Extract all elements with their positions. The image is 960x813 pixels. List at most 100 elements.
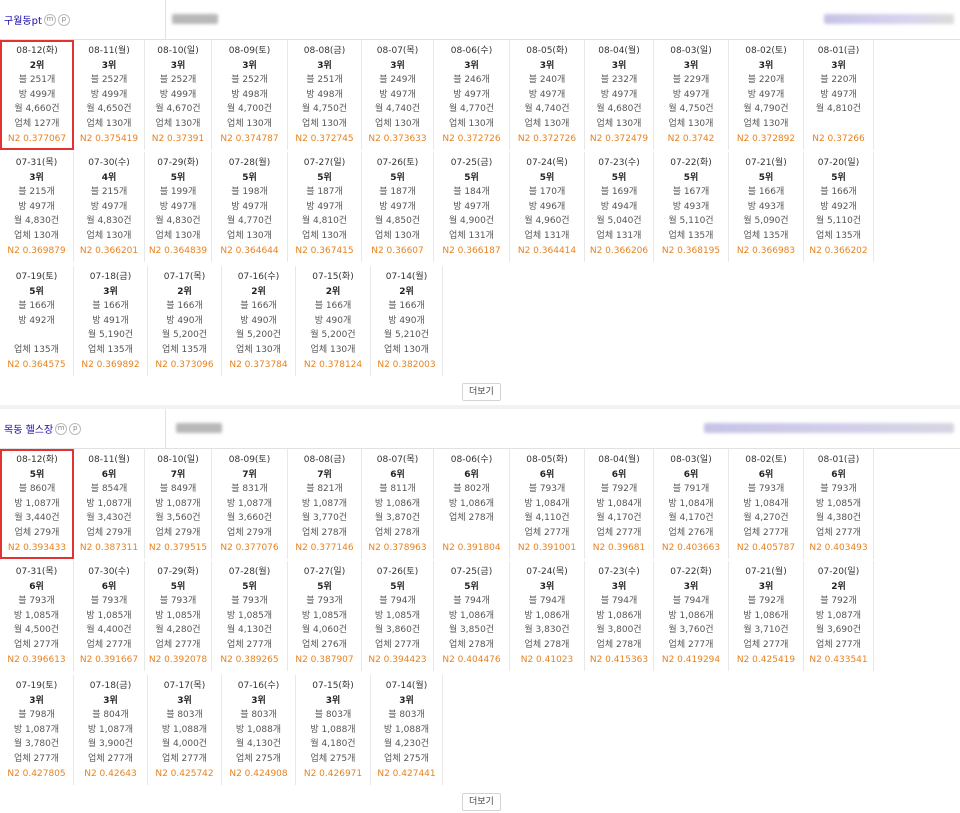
day-cell: 08-09(토) 7위 블 831개 방 1,087개 월 3,660건 업체 279개 N…: [212, 449, 288, 559]
blog-count: 블 187개: [379, 187, 416, 198]
day-cell: 08-03(일) 6위 블 791개 방 1,084개 월 4,170건 업체 276개 N…: [654, 449, 729, 559]
room-count: 방 1,086개: [448, 610, 495, 621]
day-cell: 07-27(일) 5위 블 793개 방 1,085개 월 4,060건 업체 276개 N…: [288, 561, 362, 671]
day-rank: 6위: [101, 469, 117, 480]
day-date: 07-15(화): [312, 681, 354, 691]
day-rank: 3위: [399, 695, 414, 706]
blog-count: 블 792개: [747, 596, 785, 607]
business-count: 업체 130개: [302, 230, 347, 241]
keyword-link[interactable]: 구월동pt: [4, 12, 42, 27]
blurred-place-name: [172, 14, 218, 24]
day-cell: 07-28(월) 5위 블 198개 방 497개 월 4,770건 업체 130개 N2 …: [212, 152, 288, 262]
blog-count: 블 169개: [600, 187, 638, 198]
room-count: 방 1,084개: [596, 498, 642, 509]
business-count: 업체 277개: [14, 753, 59, 764]
monthly-search: 월 4,830건: [13, 216, 60, 227]
n2-score: N2 0.382003: [377, 359, 436, 370]
business-count: 업체 130개: [227, 230, 272, 241]
room-count: 방 493개: [672, 201, 710, 212]
monthly-search: 월 4,180건: [310, 739, 356, 750]
business-count: 업체 130개: [449, 118, 494, 129]
day-date: 08-03(일): [670, 455, 712, 465]
business-count: 업체 135개: [88, 344, 133, 355]
keyword-link[interactable]: 목동 헬스장: [4, 421, 53, 436]
n2-score: N2 0.378124: [303, 359, 363, 370]
n2-score: N2 0.389265: [220, 654, 279, 665]
monthly-search: 월 4,830건: [86, 216, 132, 227]
day-date: 07-16(수): [237, 272, 280, 282]
day-rank: 2위: [831, 581, 846, 592]
business-count: 업체 276개: [668, 527, 714, 538]
day-date: 08-07(목): [376, 46, 419, 56]
day-cell: 08-02(토) 3위 블 220개 방 497개 월 4,790건 업체 130개 N2 …: [729, 40, 804, 150]
day-date: 07-19(토): [15, 681, 58, 691]
day-date: 07-24(목): [526, 567, 568, 577]
blog-count: 블 251개: [18, 75, 56, 86]
day-date: 08-02(토): [745, 46, 787, 56]
day-date: 08-12(화): [16, 455, 58, 465]
n2-score: N2 0.393433: [7, 542, 67, 553]
blog-count: 블 792개: [600, 484, 638, 495]
room-count: 방 1,088개: [235, 724, 282, 735]
business-count: 업체 130개: [302, 118, 347, 129]
n2-score: N2 0.364644: [220, 245, 279, 256]
business-count: 업체 277개: [743, 639, 789, 650]
blog-count: 블 793개: [231, 596, 268, 607]
day-date: 07-29(화): [157, 158, 199, 168]
day-cell: 08-10(일) 7위 블 849개 방 1,087개 월 3,560건 업체 279개 N…: [145, 449, 212, 559]
business-count: 업체 130개: [227, 118, 272, 129]
blog-count: 블 232개: [600, 75, 638, 86]
n2-score: N2 0.377067: [7, 133, 67, 144]
day-cell: 07-30(수) 4위 블 215개 방 497개 월 4,830건 업체 130개 N2 …: [74, 152, 145, 262]
business-count: 업체 135개: [668, 230, 714, 241]
day-rank: 6위: [758, 469, 774, 480]
day-cell: 07-14(월) 3위 블 803개 방 1,088개 월 4,230건 업체 275개 N…: [371, 675, 443, 785]
day-rank: 2위: [325, 286, 341, 297]
day-cell: 08-11(월) 6위 블 854개 방 1,087개 월 3,430건 업체 279개 N…: [74, 449, 145, 559]
monthly-search: 월 4,770건: [448, 104, 495, 115]
day-rank: 3위: [683, 60, 699, 71]
day-cell: 08-05(화) 6위 블 793개 방 1,084개 월 4,110건 업체 277개 N…: [510, 449, 585, 559]
monthly-search: 업체 278개: [449, 513, 494, 524]
monthly-search: 월 4,900건: [448, 216, 495, 227]
blog-count: 블 811개: [379, 484, 416, 495]
day-date: 07-26(토): [376, 158, 419, 168]
day-date: 07-24(목): [526, 158, 568, 168]
day-date: 07-14(월): [385, 681, 428, 691]
day-rank: 5위: [29, 469, 45, 480]
day-cell: 07-29(화) 5위 블 199개 방 497개 월 4,830건 업체 130개 N2 …: [145, 152, 212, 262]
blog-count: 블 793개: [159, 596, 197, 607]
n2-score: N2 0.369879: [7, 245, 66, 256]
day-cell: 08-09(토) 3위 블 252개 방 498개 월 4,700건 업체 130개 N2 …: [212, 40, 288, 150]
monthly-search: 월 3,850건: [448, 625, 495, 636]
day-cell: 07-31(목) 6위 블 793개 방 1,085개 월 4,500건 업체 277개 N…: [0, 561, 74, 671]
business-count: 업체 130개: [86, 230, 132, 241]
more-button[interactable]: 더보기: [462, 793, 501, 811]
day-cell: 07-26(토) 5위 블 794개 방 1,085개 월 3,860건 업체 277개 N…: [362, 561, 434, 671]
more-button[interactable]: 더보기: [462, 383, 501, 401]
blog-count: 블 794개: [379, 596, 416, 607]
day-cell: 08-05(화) 3위 블 240개 방 497개 월 4,740건 업체 130개 N2 …: [510, 40, 585, 150]
business-count: 업체 130개: [310, 344, 356, 355]
day-date: 07-31(목): [15, 567, 58, 577]
day-rank: 2위: [251, 286, 266, 297]
monthly-search: 월 4,130건: [235, 739, 282, 750]
blurred-place-name: [176, 423, 222, 433]
day-date: 08-04(월): [598, 46, 640, 56]
n2-score: N2 0.373633: [368, 133, 427, 144]
blog-count: 블 794개: [453, 596, 490, 607]
day-date: 08-10(일): [157, 455, 199, 465]
day-date: 08-08(금): [303, 46, 346, 56]
business-count: 업체 130개: [86, 118, 132, 129]
room-count: 방 1,087개: [13, 724, 60, 735]
monthly-search: 월 4,280건: [155, 625, 201, 636]
business-count: 업체 279개: [227, 527, 272, 538]
room-count: 방 1,084개: [743, 498, 789, 509]
monthly-search: 월 4,750건: [668, 104, 714, 115]
day-cell: 08-02(토) 6위 블 793개 방 1,084개 월 4,270건 업체 277개 N…: [729, 449, 804, 559]
day-rank: 3위: [831, 60, 846, 71]
n2-score: N2 0.427441: [377, 768, 436, 779]
blog-count: 블 860개: [18, 484, 56, 495]
room-count: 방 497개: [453, 89, 490, 100]
monthly-search: 월 4,810건: [815, 104, 862, 115]
